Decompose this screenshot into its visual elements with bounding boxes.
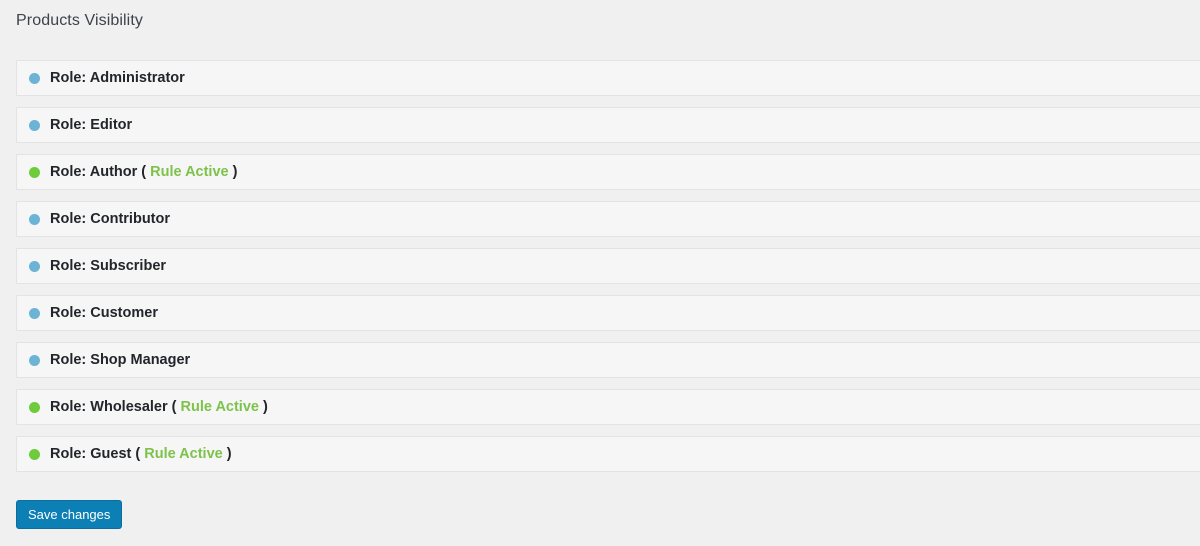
rule-active-badge: Rule Active — [150, 164, 229, 180]
rule-row[interactable]: Role: Editor — [16, 107, 1200, 143]
save-changes-button[interactable]: Save changes — [16, 500, 123, 529]
rule-row[interactable]: Role: Wholesaler ( Rule Active ) — [16, 389, 1200, 425]
rule-row-label: Role: Wholesaler — [50, 399, 168, 415]
page-title: Products Visibility — [16, 12, 143, 29]
status-dot-inactive — [29, 72, 40, 84]
status-dot-active — [29, 166, 40, 178]
rule-paren-open: ( — [137, 164, 151, 180]
status-dot-inactive — [29, 213, 40, 225]
rule-active-badge: Rule Active — [180, 399, 259, 415]
rule-row-label: Role: Author — [50, 164, 138, 180]
rule-row-label: Role: Customer — [50, 305, 158, 321]
rule-row[interactable]: Role: Contributor — [16, 201, 1200, 237]
rule-row-label: Role: Editor — [50, 117, 133, 133]
rule-active-badge: Rule Active — [144, 446, 223, 462]
role-rules-list: Role: Administrator Role: Editor Role: Aut… — [16, 60, 1200, 472]
rule-paren-close: ) — [222, 446, 232, 462]
rule-row-label: Role: Guest — [50, 446, 132, 462]
rule-row[interactable]: Role: Customer — [16, 295, 1200, 331]
rule-row[interactable]: Role: Subscriber — [16, 248, 1200, 284]
rule-row-label: Role: Administrator — [50, 70, 185, 86]
status-dot-inactive — [29, 354, 40, 366]
rule-paren-open: ( — [167, 399, 181, 415]
status-dot-active — [29, 448, 40, 460]
status-dot-inactive — [29, 260, 40, 272]
rule-row[interactable]: Role: Shop Manager — [16, 342, 1200, 378]
rule-paren-open: ( — [131, 446, 145, 462]
rule-row[interactable]: Role: Guest ( Rule Active ) — [16, 436, 1200, 472]
status-dot-inactive — [29, 119, 40, 131]
products-visibility-page: Products Visibility Role: Administrator R… — [0, 0, 1200, 546]
rule-paren-close: ) — [258, 399, 268, 415]
status-dot-active — [29, 401, 40, 413]
status-dot-inactive — [29, 307, 40, 319]
rule-paren-close: ) — [228, 164, 238, 180]
rule-row[interactable]: Role: Author ( Rule Active ) — [16, 154, 1200, 190]
rule-row[interactable]: Role: Administrator — [16, 60, 1200, 96]
rule-row-label: Role: Subscriber — [50, 258, 167, 274]
rule-row-label: Role: Contributor — [50, 211, 171, 227]
rule-row-label: Role: Shop Manager — [50, 352, 191, 368]
